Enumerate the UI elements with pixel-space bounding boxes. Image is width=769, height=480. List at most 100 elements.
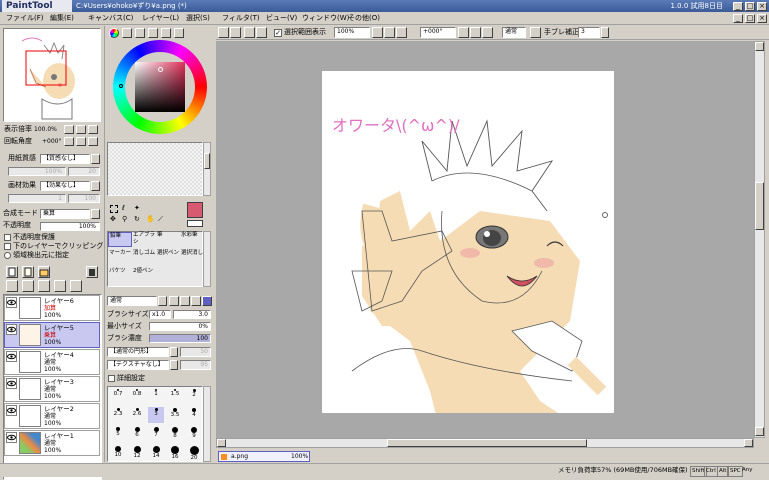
menu-edit[interactable]: 編集(E) [46,12,78,25]
tool-select-eraser[interactable]: 選択消し [180,250,204,265]
brush-size-scrollbar[interactable] [203,386,211,462]
paper-effect-dropdown[interactable] [91,181,100,191]
toolbar-zoom-out[interactable] [372,27,383,38]
menu-canvas[interactable]: キャンバス(C) [84,12,137,25]
edge-soft-icon[interactable] [169,296,179,306]
brush-shape-dropdown[interactable] [170,347,178,357]
hand-icon[interactable]: ✋ [146,215,155,224]
doc-minimize-button[interactable]: _ [733,14,743,23]
doc-maximize-button[interactable]: □ [745,14,755,23]
eye-icon[interactable] [6,432,17,443]
menu-view[interactable]: ビュー(V) [262,12,301,25]
brush-size-preset[interactable]: 9 [186,426,202,442]
new-folder-button[interactable] [22,266,34,278]
tool-binary-pen[interactable]: 2値ペン [132,268,156,283]
tool-watercolor[interactable]: 水彩筆 [180,232,204,247]
canvas-area[interactable]: オワータ\(^ω^)/ [216,41,754,438]
rgb-slider-icon[interactable] [122,28,132,38]
paper-strength-slider[interactable]: 20 [68,167,100,176]
brush-size-preset[interactable]: 16 [167,445,183,461]
effect-width-slider[interactable]: 1 [8,194,66,203]
brush-size-preset[interactable]: 10 [110,445,126,461]
paper-effect-select[interactable]: 【効果なし】 [40,181,90,191]
scroll-left-button[interactable] [217,439,226,447]
opacity-slider[interactable]: 100% [40,222,100,231]
brush-size-preset[interactable]: 6 [129,426,145,442]
clear-layer-button[interactable] [38,280,50,292]
document-tab[interactable]: a.png 100% [218,451,310,462]
tool-bucket[interactable]: バケツ [108,268,132,283]
select-source-radio[interactable] [4,252,11,259]
rect-select-icon[interactable] [110,205,118,213]
eye-icon[interactable] [6,324,17,335]
tool-grid-scrollbar[interactable] [203,231,211,287]
menu-layer[interactable]: レイヤー(L) [138,12,183,25]
brush-texture-dropdown[interactable] [170,360,178,370]
brush-size-preset[interactable]: 0.8 [129,388,145,404]
scratchpad-scroll-thumb[interactable] [204,153,210,169]
stabilizer-select[interactable]: 3 [578,27,600,38]
paper-texture-select[interactable]: 【質感なし】 [40,154,90,164]
zoom-out-button[interactable] [64,125,74,134]
eye-icon[interactable] [6,351,17,362]
scratchpad-icon[interactable] [174,28,184,38]
toolbar-zoom-in[interactable] [384,27,395,38]
clipping-checkbox[interactable] [4,243,11,250]
brush-size-preset[interactable]: 1 [148,388,164,404]
toolbar-rotate-left[interactable] [458,27,469,38]
blend-mode-dropdown[interactable] [91,209,100,219]
menu-file[interactable]: ファイル(F) [2,12,48,25]
toolbar-zoom-reset[interactable] [396,27,407,38]
layer-row[interactable]: レイヤー1 通常 100% [4,430,100,456]
invert-selection-button[interactable] [256,27,267,38]
zoom-icon[interactable]: ⚲ [122,215,127,224]
brush-size-preset[interactable]: 20 [186,445,202,461]
tool-pencil[interactable]: 鉛筆 [108,232,132,247]
layer-row[interactable]: レイヤー4 通常 100% [4,349,100,375]
angle-select[interactable]: +000° [420,27,456,38]
tool-airbrush[interactable]: エアブラシ [132,232,156,247]
zoom-reset-button[interactable] [88,125,98,134]
brush-size-preset[interactable]: 5 [110,426,126,442]
eyedropper-icon[interactable]: ⟋ [158,215,163,224]
move-icon[interactable]: ✥ [110,215,116,224]
brush-shape-strength[interactable]: 50 [180,347,211,357]
maximize-button[interactable]: □ [745,1,755,11]
show-selection-checkbox[interactable]: ✓ [274,29,282,37]
merge-visible-button[interactable] [70,280,82,292]
redo-button[interactable] [230,27,241,38]
brush-size-multiplier[interactable]: x1.0 [149,310,171,319]
magic-wand-icon[interactable]: ✦ [134,204,140,213]
tool-select-pen[interactable]: 選択ペン [156,250,180,265]
brush-mode-dropdown[interactable] [158,296,167,306]
layer-row[interactable]: レイヤー6 加算 100% [4,295,100,321]
edge-sharp-icon[interactable] [202,296,212,306]
tool-marker[interactable]: マーカー [108,250,132,265]
delete-layer-button[interactable] [86,266,98,278]
density-slider[interactable]: 100 [149,334,211,343]
brush-size-preset[interactable]: 12 [129,445,145,461]
brush-shape-select[interactable]: 【通常の円形】 [107,347,169,357]
merge-down-button[interactable] [6,280,18,292]
layer-row[interactable]: レイヤー2 通常 100% [4,403,100,429]
paper-texture-dropdown[interactable] [91,154,100,164]
rotate-left-button[interactable] [64,137,74,146]
display-mode-select[interactable]: 通常 [502,27,526,38]
hue-cursor[interactable] [119,84,123,88]
brush-size-preset[interactable]: 0.7 [110,388,126,404]
brush-size-preset[interactable]: 4 [186,407,202,423]
scratchpad-scrollbar[interactable] [203,142,211,196]
brush-size-preset[interactable]: 1.5 [167,388,183,404]
mixer-icon[interactable] [148,28,158,38]
rotate-right-button[interactable] [76,137,86,146]
brush-size-preset[interactable]: 2.6 [129,407,145,423]
hsv-slider-icon[interactable] [135,28,145,38]
brush-size-preset[interactable]: 8 [167,426,183,442]
copy-layer-button[interactable] [22,280,34,292]
blend-mode-select[interactable]: 乗算 [40,209,90,219]
toolbar-rotate-right[interactable] [470,27,481,38]
brush-texture-select[interactable]: 【テクスチャなし】 [107,360,169,370]
edge-medium-icon[interactable] [180,296,190,306]
menu-other[interactable]: その他(O) [344,12,384,25]
doc-close-button[interactable]: × [757,14,767,23]
